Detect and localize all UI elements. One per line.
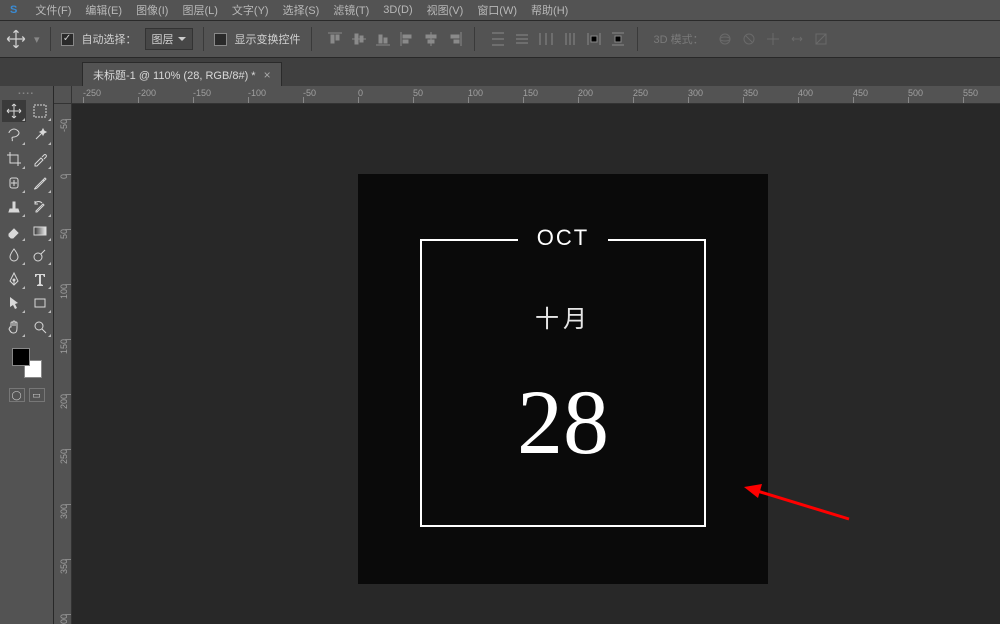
distribute-icon[interactable] [561, 30, 579, 48]
color-swatches[interactable] [12, 348, 42, 378]
artwork-month-zh: 十月 [535, 299, 591, 334]
path-selection-tool[interactable] [2, 292, 26, 314]
artwork-month-en: OCT [537, 225, 589, 251]
distribute-icon[interactable] [489, 30, 507, 48]
rectangle-tool[interactable] [28, 292, 52, 314]
menu-bar: S 文件(F) 编辑(E) 图像(I) 图层(L) 文字(Y) 选择(S) 滤镜… [0, 0, 1000, 20]
menu-item[interactable]: 图层(L) [182, 2, 217, 18]
canvas-area: -250-200-150-100-50050100150200250300350… [54, 86, 1000, 624]
auto-select-checkbox[interactable]: ✓ [61, 33, 74, 46]
brush-tool[interactable] [28, 172, 52, 194]
frame-line [608, 239, 706, 241]
distribute-group [489, 30, 627, 48]
roll-3d-icon[interactable] [740, 30, 758, 48]
distribute-icon[interactable] [513, 30, 531, 48]
options-bar: ▾ ✓ 自动选择： 图层 显示变换控件 3D 模式： [0, 20, 1000, 58]
dodge-tool[interactable] [28, 244, 52, 266]
tab-title: 未标题-1 @ 110% (28, RGB/8#) * [93, 67, 256, 83]
hand-tool[interactable] [2, 316, 26, 338]
vertical-ruler[interactable]: -50050100150200250300350400 [54, 104, 72, 624]
app-logo: S [10, 4, 17, 16]
zoom-tool[interactable] [28, 316, 52, 338]
ruler-origin[interactable] [54, 86, 72, 104]
frame-line [420, 525, 706, 527]
artwork-frame: OCT 十月 28 [420, 239, 706, 527]
canvas[interactable]: OCT 十月 28 [358, 174, 768, 584]
menu-item[interactable]: 视图(V) [427, 2, 464, 18]
menu-item[interactable]: 窗口(W) [477, 2, 517, 18]
show-transform-label: 显示变换控件 [235, 31, 301, 47]
menu-item[interactable]: 选择(S) [283, 2, 320, 18]
toolbox: ▪▪▪▪ ◯ ▭ [0, 86, 54, 624]
artwork-day: 28 [517, 369, 609, 475]
menu-item[interactable]: 3D(D) [383, 4, 412, 16]
foreground-color[interactable] [12, 348, 30, 366]
menu-item[interactable]: 文字(Y) [232, 2, 269, 18]
marquee-tool[interactable] [28, 100, 52, 122]
layer-select[interactable]: 图层 [145, 28, 193, 50]
menu-item[interactable]: 编辑(E) [85, 2, 122, 18]
lasso-tool[interactable] [2, 124, 26, 146]
eyedropper-tool[interactable] [28, 148, 52, 170]
gradient-tool[interactable] [28, 220, 52, 242]
horizontal-ruler[interactable]: -250-200-150-100-50050100150200250300350… [72, 86, 1000, 104]
align-vcenter-icon[interactable] [350, 30, 368, 48]
frame-line [704, 239, 706, 527]
distribute-icon[interactable] [537, 30, 555, 48]
align-right-icon[interactable] [446, 30, 464, 48]
align-top-icon[interactable] [326, 30, 344, 48]
menu-item[interactable]: 滤镜(T) [333, 2, 369, 18]
align-bottom-icon[interactable] [374, 30, 392, 48]
align-left-icon[interactable] [398, 30, 416, 48]
align-group [326, 30, 464, 48]
slide-3d-icon[interactable] [788, 30, 806, 48]
blur-tool[interactable] [2, 244, 26, 266]
menu-item[interactable]: 图像(I) [136, 2, 168, 18]
pen-tool[interactable] [2, 268, 26, 290]
show-transform-checkbox[interactable] [214, 33, 227, 46]
frame-line [420, 239, 422, 527]
scale-3d-icon[interactable] [812, 30, 830, 48]
pan-3d-icon[interactable] [764, 30, 782, 48]
align-hcenter-icon[interactable] [422, 30, 440, 48]
move-tool-icon[interactable] [6, 29, 26, 49]
frame-line [420, 239, 518, 241]
auto-select-label: 自动选择： [82, 31, 137, 47]
move-tool[interactable] [2, 100, 26, 122]
document-tab-bar: 未标题-1 @ 110% (28, RGB/8#) * × [0, 58, 1000, 86]
orbit-3d-icon[interactable] [716, 30, 734, 48]
quick-mask-icon[interactable]: ◯ [9, 388, 25, 402]
screen-mode-icon[interactable]: ▭ [29, 388, 45, 402]
close-icon[interactable]: × [264, 68, 271, 82]
canvas-viewport[interactable]: OCT 十月 28 [72, 104, 1000, 624]
history-brush-tool[interactable] [28, 196, 52, 218]
menu-item[interactable]: 帮助(H) [531, 2, 568, 18]
crop-tool[interactable] [2, 148, 26, 170]
mode-3d-icons [716, 30, 830, 48]
eraser-tool[interactable] [2, 220, 26, 242]
healing-brush-tool[interactable] [2, 172, 26, 194]
clone-stamp-tool[interactable] [2, 196, 26, 218]
magic-wand-tool[interactable] [28, 124, 52, 146]
mode-3d-label: 3D 模式： [654, 31, 704, 47]
distribute-icon[interactable] [609, 30, 627, 48]
menu-item[interactable]: 文件(F) [35, 2, 71, 18]
distribute-icon[interactable] [585, 30, 603, 48]
toolbox-grip[interactable]: ▪▪▪▪ [4, 90, 50, 98]
type-tool[interactable] [28, 268, 52, 290]
document-tab[interactable]: 未标题-1 @ 110% (28, RGB/8#) * × [82, 62, 282, 86]
